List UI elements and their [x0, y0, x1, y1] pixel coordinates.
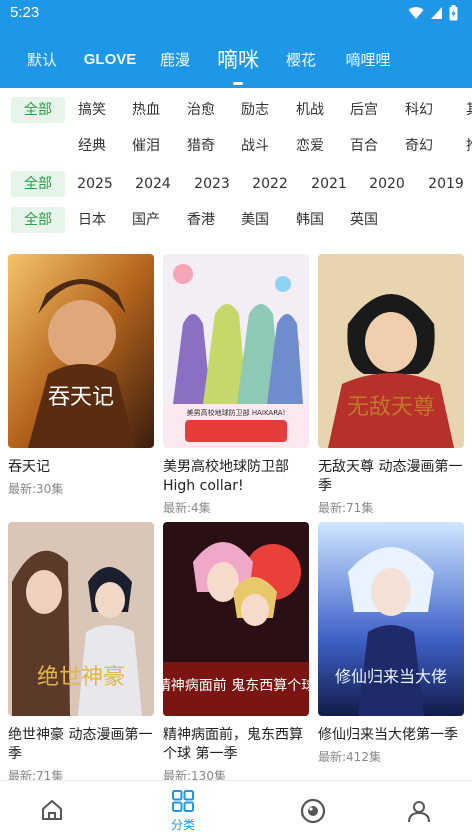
category-icon [172, 790, 194, 812]
anime-cover-image[interactable]: 修仙归来当大佬 [318, 522, 464, 716]
anime-title[interactable]: 无敌天尊 动态漫画第一季 [318, 458, 464, 496]
anime-title[interactable]: 美男高校地球防卫部High collar! [163, 458, 309, 496]
region-chip[interactable]: 韩国 [288, 207, 332, 233]
genre-filter-row: 全部 搞笑 热血 治愈 励志 机战 后宫 科幻 其 [0, 93, 472, 127]
region-chip[interactable]: 美国 [233, 207, 277, 233]
genre-chip[interactable]: 猎奇 [179, 133, 223, 159]
anime-cover-image[interactable]: 精神病面前 鬼东西算个球 [163, 522, 309, 716]
genre-chip[interactable]: 搞笑 [70, 97, 114, 123]
year-chip[interactable]: 2023 [189, 171, 235, 197]
nav-profile[interactable] [360, 781, 472, 839]
home-icon [42, 799, 62, 820]
anime-cover-image[interactable]: 美男高校地球防卫部 HAIKARA! [163, 254, 309, 448]
anime-episodes: 最新:71集 [318, 501, 374, 515]
genre-chip[interactable]: 机战 [288, 97, 332, 123]
status-bar: 5:23 [0, 0, 472, 30]
active-tab-indicator [233, 82, 243, 85]
anime-card[interactable]: 吞天记 吞天记 最新:30集 [8, 254, 154, 497]
nav-discover[interactable] [254, 781, 372, 839]
anime-cover-image[interactable]: 无敌天尊 [318, 254, 464, 448]
anime-title[interactable]: 绝世神豪 动态漫画第一季 [8, 726, 154, 764]
nav-category-label: 分类 [170, 818, 195, 832]
tab-dimi[interactable]: 嘀咪 [210, 30, 266, 88]
battery-icon [449, 5, 458, 21]
region-chip[interactable]: 香港 [179, 207, 223, 233]
cover-title-text: 吞天记 [48, 385, 114, 410]
anime-card[interactable]: 精神病面前 鬼东西算个球 精神病面前，鬼东西算个球 第一季 最新:130集 [163, 522, 309, 780]
source-tabs: 默认 GLOVE 鹿漫 嘀咪 樱花 嘀哩哩 [0, 30, 472, 88]
anime-episodes: 最新:30集 [8, 482, 64, 496]
genre-chip[interactable]: 推 [451, 133, 472, 159]
genre-chip[interactable]: 治愈 [179, 97, 223, 123]
status-time: 5:23 [10, 4, 40, 21]
genre-chip[interactable]: 科幻 [397, 97, 441, 123]
region-chip[interactable]: 日本 [70, 207, 114, 233]
filter-panel: 全部 搞笑 热血 治愈 励志 机战 后宫 科幻 其 经典 催泪 猎奇 战斗 恋爱… [0, 88, 472, 244]
year-chip[interactable]: 2022 [247, 171, 293, 197]
region-chip[interactable]: 国产 [124, 207, 168, 233]
anime-grid: 吞天记 吞天记 最新:30集 美男高校地球防卫部 HAIKARA! 美男高校地球… [0, 244, 472, 780]
nav-category[interactable]: 分类 [124, 781, 242, 839]
anime-title[interactable]: 修仙归来当大佬第一季 [318, 726, 464, 745]
anime-card[interactable]: 美男高校地球防卫部 HAIKARA! 美男高校地球防卫部High collar!… [163, 254, 309, 516]
anime-episodes: 最新:4集 [163, 501, 211, 515]
wifi-icon [408, 7, 424, 20]
cover-title-text: 美男高校地球防卫部 HAIKARA! [187, 408, 286, 417]
anime-episodes: 最新:71集 [8, 769, 64, 780]
genre-chip[interactable]: 经典 [70, 133, 114, 159]
profile-icon [408, 800, 430, 822]
anime-title[interactable]: 吞天记 [8, 458, 154, 477]
genre-chip[interactable]: 百合 [342, 133, 386, 159]
cover-title-text: 精神病面前 鬼东西算个球 [163, 677, 309, 694]
year-chip[interactable]: 2025 [72, 171, 118, 197]
genre-chip[interactable]: 后宫 [342, 97, 386, 123]
anime-card[interactable]: 绝世神豪 绝世神豪 动态漫画第一季 最新:71集 [8, 522, 154, 780]
year-chip[interactable]: 2019 [423, 171, 469, 197]
tab-dilili[interactable]: 嘀哩哩 [336, 30, 400, 88]
anime-card[interactable]: 修仙归来当大佬 修仙归来当大佬第一季 最新:412集 [318, 522, 464, 765]
signal-icon [431, 7, 442, 19]
genre-all-chip[interactable]: 全部 [11, 97, 65, 123]
year-chip[interactable]: 2024 [130, 171, 176, 197]
genre-chip[interactable]: 热血 [124, 97, 168, 123]
genre-chip[interactable]: 其 [451, 97, 472, 123]
anime-title[interactable]: 精神病面前，鬼东西算个球 第一季 [163, 726, 309, 764]
year-filter-row: 全部 2025 2024 2023 2022 2021 2020 2019 [0, 167, 472, 201]
discover-icon [300, 798, 326, 823]
year-chip[interactable]: 2020 [364, 171, 410, 197]
cover-title-text: 绝世神豪 [37, 665, 125, 690]
genre-chip[interactable]: 战斗 [233, 133, 277, 159]
region-filter-row: 全部 日本 国产 香港 美国 韩国 英国 [0, 203, 472, 237]
genre-chip[interactable]: 催泪 [124, 133, 168, 159]
region-chip[interactable]: 英国 [342, 207, 386, 233]
nav-home[interactable] [0, 781, 111, 839]
genre-chip[interactable]: 恋爱 [288, 133, 332, 159]
tab-luman[interactable]: 鹿漫 [150, 30, 200, 88]
status-icons [408, 5, 458, 21]
cover-title-text: 无敌天尊 [347, 395, 435, 420]
anime-episodes: 最新:412集 [318, 750, 381, 764]
bottom-nav: 分类 [0, 780, 472, 839]
genre-filter-row-2: 经典 催泪 猎奇 战斗 恋爱 百合 奇幻 推 [0, 129, 472, 163]
tab-glove[interactable]: GLOVE [80, 30, 140, 88]
tab-sakura[interactable]: 樱花 [276, 30, 326, 88]
anime-cover-image[interactable]: 吞天记 [8, 254, 154, 448]
anime-cover-image[interactable]: 绝世神豪 [8, 522, 154, 716]
tab-default[interactable]: 默认 [14, 30, 70, 88]
cover-title-text: 修仙归来当大佬 [335, 667, 447, 686]
anime-card[interactable]: 无敌天尊 无敌天尊 动态漫画第一季 最新:71集 [318, 254, 464, 516]
year-chip[interactable]: 2021 [306, 171, 352, 197]
genre-chip[interactable]: 奇幻 [397, 133, 441, 159]
genre-chip[interactable]: 励志 [233, 97, 277, 123]
region-all-chip[interactable]: 全部 [11, 207, 65, 233]
year-all-chip[interactable]: 全部 [11, 171, 65, 197]
anime-episodes: 最新:130集 [163, 769, 226, 780]
